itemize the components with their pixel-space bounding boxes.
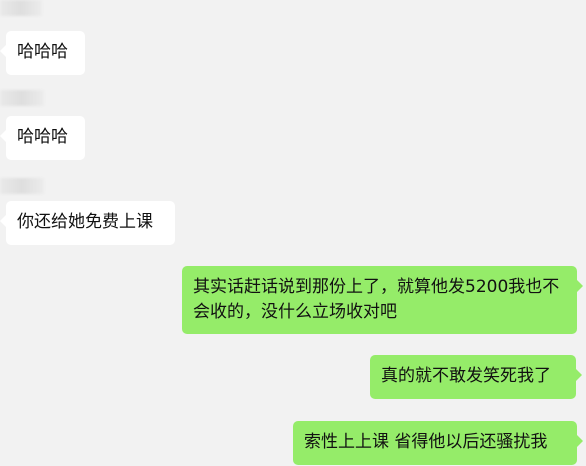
- redacted-sender-name: [0, 90, 44, 106]
- message-text: 哈哈哈: [17, 42, 68, 62]
- message-bubble-incoming[interactable]: 哈哈哈: [0, 31, 85, 75]
- message-bubble-incoming[interactable]: 哈哈哈: [0, 116, 85, 160]
- message-text: 哈哈哈: [17, 127, 68, 147]
- message-text: 索性上上课 省得他以后还骚扰我: [304, 432, 548, 452]
- message-bubble-outgoing[interactable]: 真的就不敢发笑死我了: [370, 355, 582, 399]
- message-bubble-incoming[interactable]: 你还给她免费上课: [0, 201, 175, 245]
- chat-conversation[interactable]: 哈哈哈 哈哈哈 你还给她免费上课 其实话赶话说到那份上了，就算他发5200我也不…: [0, 0, 586, 466]
- redacted-sender-name: [0, 0, 42, 16]
- message-bubble-outgoing[interactable]: 索性上上课 省得他以后还骚扰我: [293, 421, 583, 465]
- message-text: 其实话赶话说到那份上了，就算他发5200我也不会收的，没什么立场收对吧: [193, 277, 560, 322]
- message-bubble-outgoing[interactable]: 其实话赶话说到那份上了，就算他发5200我也不会收的，没什么立场收对吧: [182, 266, 583, 334]
- message-text: 真的就不敢发笑死我了: [381, 366, 551, 386]
- redacted-sender-name: [0, 178, 44, 194]
- message-text: 你还给她免费上课: [17, 212, 153, 232]
